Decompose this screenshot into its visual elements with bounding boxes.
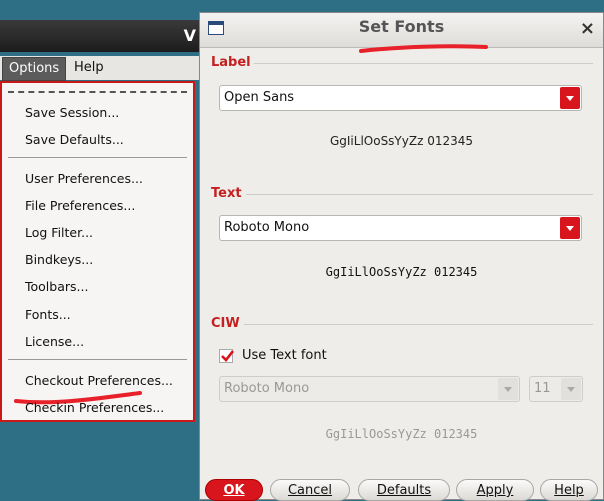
menu-item-checkin-preferences[interactable]: Checkin Preferences... bbox=[25, 400, 164, 415]
menu-tearoff[interactable] bbox=[8, 91, 187, 93]
menu-separator bbox=[8, 157, 187, 158]
text-font-preview: GgIiLlOoSsYyZz 012345 bbox=[325, 265, 478, 279]
menu-options[interactable]: Options bbox=[2, 57, 67, 81]
ciw-section-heading: CIW bbox=[211, 316, 244, 331]
dialog-title: Set Fonts bbox=[358, 17, 445, 36]
use-text-font-label[interactable]: Use Text font bbox=[242, 348, 327, 363]
ciw-size-value: 11 bbox=[534, 381, 551, 396]
defaults-button[interactable]: Defaults bbox=[358, 479, 450, 501]
text-font-select[interactable]: Roboto Mono bbox=[219, 215, 582, 241]
ciw-font-value: Roboto Mono bbox=[224, 381, 310, 396]
menu-item-save-session[interactable]: Save Session... bbox=[25, 105, 119, 120]
dialog-titlebar[interactable]: Set Fonts × bbox=[200, 13, 603, 53]
menu-help[interactable]: Help bbox=[68, 57, 110, 79]
set-fonts-dialog: Set Fonts × Label Open Sans GgIiLlOoSsYy… bbox=[199, 12, 604, 501]
menu-item-save-defaults[interactable]: Save Defaults... bbox=[25, 132, 124, 147]
annotation-underline-title bbox=[359, 44, 488, 53]
label-section-heading: Label bbox=[211, 55, 255, 70]
background-window-title: V bbox=[183, 26, 196, 45]
menubar: Options Help bbox=[0, 56, 200, 81]
label-font-value: Open Sans bbox=[224, 90, 295, 105]
menu-item-toolbars[interactable]: Toolbars... bbox=[25, 279, 88, 294]
chevron-down-icon[interactable] bbox=[498, 378, 518, 400]
section-divider bbox=[254, 63, 593, 64]
use-text-font-checkbox[interactable] bbox=[219, 349, 234, 363]
menu-item-file-preferences[interactable]: File Preferences... bbox=[25, 198, 135, 213]
menu-item-bindkeys[interactable]: Bindkeys... bbox=[25, 252, 93, 267]
label-font-select[interactable]: Open Sans bbox=[219, 85, 582, 111]
options-menu: Save Session... Save Defaults... User Pr… bbox=[0, 81, 195, 422]
chevron-down-icon[interactable] bbox=[561, 378, 581, 400]
menu-item-license[interactable]: License... bbox=[25, 334, 84, 349]
text-section-heading: Text bbox=[211, 186, 246, 201]
checkmark-icon bbox=[221, 350, 234, 362]
text-font-value: Roboto Mono bbox=[224, 220, 310, 235]
ciw-size-select[interactable]: 11 bbox=[529, 376, 583, 402]
close-icon[interactable]: × bbox=[580, 18, 595, 39]
chevron-down-icon[interactable] bbox=[560, 217, 580, 239]
section-divider bbox=[246, 194, 593, 195]
section-divider bbox=[244, 324, 593, 325]
menu-item-fonts[interactable]: Fonts... bbox=[25, 307, 71, 322]
menu-item-user-preferences[interactable]: User Preferences... bbox=[25, 171, 143, 186]
background-app-window: V Options Help Save Session... Save Defa… bbox=[0, 0, 200, 500]
background-titlebar: V bbox=[0, 20, 200, 52]
menu-item-log-filter[interactable]: Log Filter... bbox=[25, 225, 93, 240]
help-button[interactable]: Help bbox=[540, 479, 598, 501]
ok-button[interactable]: OK bbox=[205, 479, 263, 501]
ciw-font-preview: GgIiLlOoSsYyZz 012345 bbox=[325, 427, 478, 441]
label-font-preview: GgIiLlOoSsYyZz 012345 bbox=[329, 134, 474, 148]
chevron-down-icon[interactable] bbox=[560, 87, 580, 109]
cancel-button[interactable]: Cancel bbox=[270, 479, 350, 501]
ciw-font-select[interactable]: Roboto Mono bbox=[219, 376, 520, 402]
menu-item-checkout-preferences[interactable]: Checkout Preferences... bbox=[25, 373, 173, 388]
apply-button[interactable]: Apply bbox=[456, 479, 534, 501]
menu-separator bbox=[8, 359, 187, 360]
